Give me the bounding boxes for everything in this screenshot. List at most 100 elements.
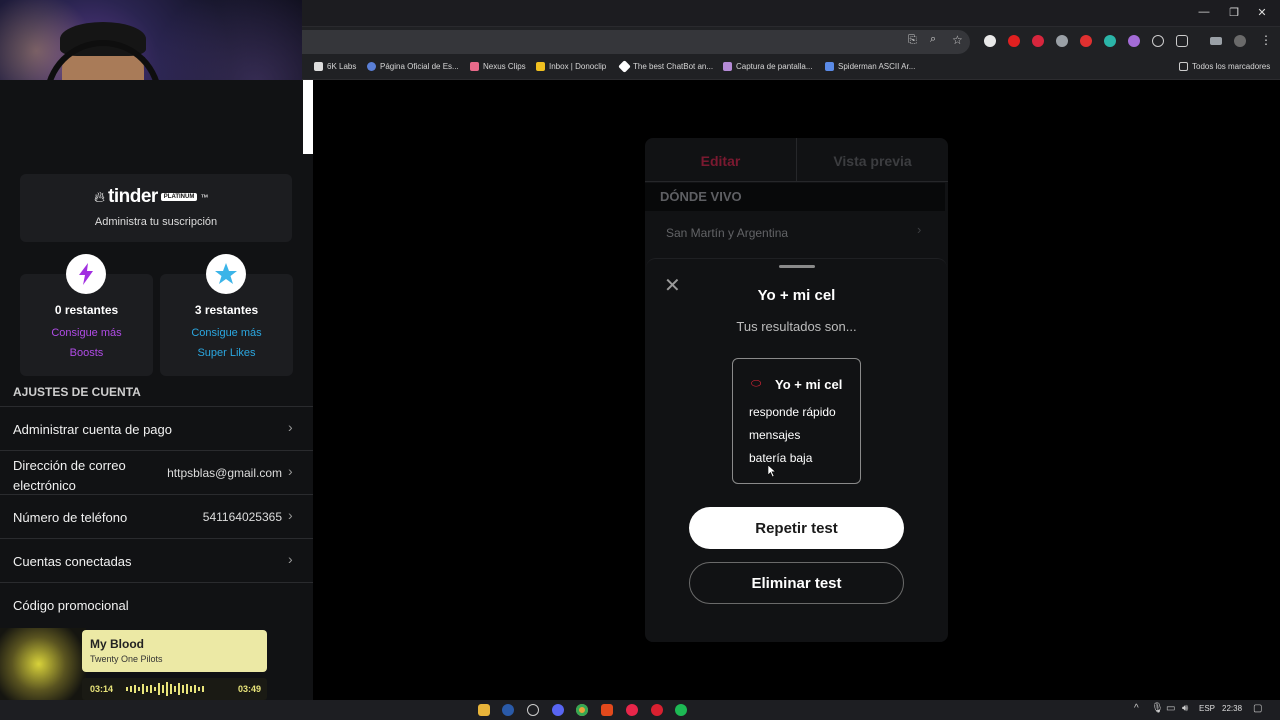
discord-icon[interactable] (552, 704, 564, 716)
avatar[interactable] (1234, 35, 1246, 47)
bookmark-favicon-icon (536, 62, 545, 71)
trademark: ™ (200, 192, 209, 202)
get-more-boosts-link[interactable]: Boosts (20, 347, 153, 359)
elapsed-time: 03:14 (90, 684, 114, 694)
superlike-badge (206, 254, 246, 294)
email-value: httpsblas@gmail.com (167, 466, 282, 480)
result-item: mensajes (749, 428, 801, 442)
total-time: 03:49 (237, 684, 261, 694)
chevron-right-icon: › (917, 222, 922, 237)
app-icon[interactable] (527, 704, 539, 716)
menu-kebab-icon[interactable]: ⋮ (1260, 33, 1272, 47)
location-row[interactable]: San Martín y Argentina › (645, 216, 948, 252)
media-player-icon[interactable] (626, 704, 638, 716)
get-more-superlikes-link[interactable]: Super Likes (160, 347, 293, 359)
promo-code-row[interactable]: Código promocional (0, 582, 313, 626)
result-title: Yo + mi cel (775, 377, 843, 392)
brave-icon[interactable] (601, 704, 613, 716)
row-label: Número de teléfono (13, 510, 128, 525)
adblock-icon[interactable] (1032, 35, 1044, 47)
get-more-superlikes-link[interactable]: Consigue más (160, 327, 293, 339)
row-label: Código promocional (13, 598, 129, 613)
section-header: DÓNDE VIVO (645, 183, 945, 211)
bookmark-item[interactable]: Nexus Clips (470, 62, 526, 71)
bookmark-favicon-icon (825, 62, 834, 71)
payment-account-row[interactable]: Administrar cuenta de pago › (0, 406, 313, 450)
delete-test-label: Eliminar test (751, 574, 842, 592)
results-sheet: ✕ Yo + mi cel Tus resultados son... ⬭ Yo… (646, 258, 947, 642)
tinder-sidebar: 🔥︎ tinder PLATINUM ™ Administra tu suscr… (0, 80, 313, 700)
extension-icon[interactable] (1056, 35, 1068, 47)
microphone-icon[interactable]: 🎙︎ (1151, 703, 1164, 714)
bookmark-favicon-icon (618, 60, 631, 73)
bookmark-item[interactable]: 6K Labs (314, 62, 356, 71)
delete-test-button[interactable]: Eliminar test (689, 562, 904, 604)
now-playing-card: My Blood Twenty One Pilots (82, 630, 267, 672)
clock[interactable]: 22:38 (1222, 704, 1242, 713)
spotify-icon[interactable] (675, 704, 687, 716)
tray-chevron-icon[interactable]: ^ (1134, 703, 1139, 714)
install-icon[interactable]: ⎘ (908, 34, 917, 47)
bookmark-label: Nexus Clips (483, 62, 526, 71)
bookmark-favicon-icon (314, 62, 323, 71)
folder-icon (1179, 62, 1188, 71)
sidebar-scrollbar[interactable] (303, 80, 313, 154)
bookmark-item[interactable]: The best ChatBot an... (618, 60, 713, 73)
extension-icon[interactable] (1152, 35, 1164, 47)
extension-icon[interactable] (1104, 35, 1116, 47)
extension-icon[interactable] (984, 35, 996, 47)
subscription-card[interactable]: 🔥︎ tinder PLATINUM ™ Administra tu suscr… (20, 174, 292, 242)
steam-icon[interactable] (502, 704, 514, 716)
connected-accounts-row[interactable]: Cuentas conectadas › (0, 538, 313, 582)
phone-row[interactable]: Número de teléfono 541164025365 › (0, 494, 313, 538)
phone-heart-icon: ⬭ (751, 376, 762, 390)
puzzle-icon[interactable] (1176, 35, 1188, 47)
manage-subscription-label: Administra tu suscripción (94, 216, 218, 228)
restore-icon[interactable]: ❐ (1224, 6, 1244, 19)
bookmark-item[interactable]: Spiderman ASCII Ar... (825, 62, 915, 71)
opera-icon[interactable] (651, 704, 663, 716)
where-i-live-heading: DÓNDE VIVO (660, 189, 742, 204)
get-more-boosts-link[interactable]: Consigue más (20, 327, 153, 339)
result-item: batería baja (749, 451, 813, 465)
boost-badge (66, 254, 106, 294)
tab-edit[interactable]: Editar (645, 153, 796, 169)
bookmark-label: 6K Labs (327, 62, 357, 71)
row-label: Dirección de correo electrónico (13, 458, 126, 493)
flame-icon: 🔥︎ (94, 188, 106, 206)
bookmark-item[interactable]: Inbox | Donoclip (536, 62, 606, 71)
repeat-test-button[interactable]: Repetir test (689, 507, 904, 549)
boosts-card[interactable]: 0 restantes Consigue más Boosts (20, 254, 153, 376)
drag-handle[interactable] (779, 265, 815, 268)
editor-tabs: Editar Vista previa (645, 138, 948, 182)
bookmark-star-icon[interactable]: ☆ (952, 33, 963, 47)
network-icon[interactable]: ▭ (1166, 703, 1175, 714)
superlikes-card[interactable]: 3 restantes Consigue más Super Likes (160, 254, 293, 376)
close-window-icon[interactable]: ✕ (1252, 6, 1272, 19)
address-bar[interactable]: ⎘ ⌕ ☆ (302, 30, 970, 54)
song-title: My Blood (90, 637, 144, 651)
bookmark-item[interactable]: Página Oficial de Es... (367, 62, 459, 71)
modal-subtitle: Tus resultados son... (736, 319, 857, 334)
extension-icon[interactable] (1128, 35, 1140, 47)
waveform-icon (126, 682, 204, 696)
all-bookmarks-folder[interactable]: Todos los marcadores (1179, 62, 1270, 71)
bookmark-favicon-icon (723, 62, 732, 71)
bookmark-item[interactable]: Captura de pantalla... (723, 62, 813, 71)
extension-icon[interactable] (1008, 35, 1020, 47)
chevron-right-icon: › (288, 507, 293, 523)
notifications-icon[interactable]: ▢ (1253, 703, 1262, 714)
zoom-icon[interactable]: ⌕ (930, 33, 936, 46)
tab-preview[interactable]: Vista previa (797, 153, 948, 169)
chrome-icon[interactable] (576, 704, 588, 716)
chevron-right-icon: › (288, 419, 293, 435)
boosts-remaining: 0 restantes (54, 303, 119, 317)
email-row[interactable]: Dirección de correo electrónico httpsbla… (0, 450, 313, 494)
volume-icon[interactable]: 🔊︎ (1182, 703, 1188, 714)
input-language[interactable]: ESP (1199, 704, 1215, 713)
account-settings-heading: AJUSTES DE CUENTA (13, 385, 141, 399)
file-explorer-icon[interactable] (478, 704, 490, 716)
reading-list-icon[interactable] (1210, 37, 1222, 45)
extension-icon[interactable] (1080, 35, 1092, 47)
minimize-icon[interactable]: — (1194, 6, 1214, 18)
